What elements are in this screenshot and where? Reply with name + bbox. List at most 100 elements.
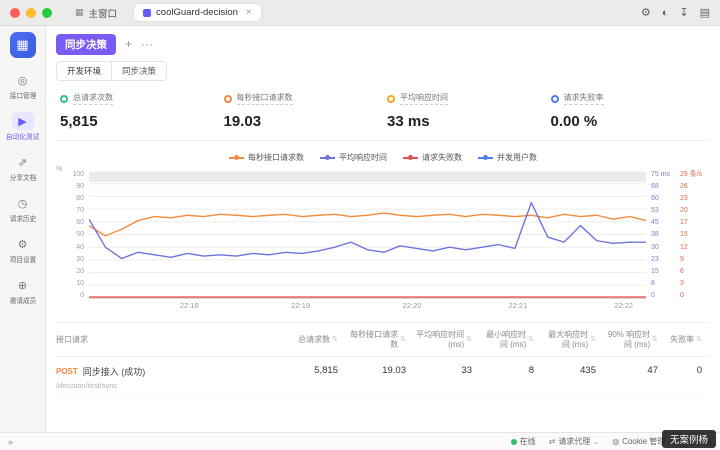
tab-label: 主窗口 (89, 6, 118, 20)
sort-icon[interactable]: ⇅ (528, 336, 534, 345)
legend-concurrent-users[interactable]: 并发用户数 (478, 152, 537, 163)
tab-coolguard-decision[interactable]: coolGuard-decision × (134, 4, 261, 21)
chart-legend: 每秒接口请求数 平均响应时间 请求失败数 并发用户数 (56, 141, 710, 169)
axis-tick-label: 3 (680, 280, 708, 287)
share-docs-icon: ⇗ (12, 153, 34, 171)
sidebar-item-share-docs[interactable]: ⇗ 分享文档 (0, 149, 45, 187)
sidebar: ▦ ◎ 接口管理 ▶ 自动化测试 ⇗ 分享文档 ◷ 请求历史 ⚙ 项目设置 ⊕ … (0, 26, 46, 432)
online-dot-icon (511, 439, 517, 445)
axis-tick-label: 15 (651, 268, 675, 275)
close-tab-icon[interactable]: × (246, 7, 252, 18)
api-name: 同步接入 (成功) (83, 365, 146, 378)
column-max-response[interactable]: 最大响应时间 (ms)⇅ (542, 330, 604, 350)
axis-tick-label: 6 (680, 268, 708, 275)
column-min-response[interactable]: 最小响应时间 (ms)⇅ (480, 330, 542, 350)
axis-tick-label: 60 (651, 195, 675, 202)
axis-tick-label: 45 (651, 219, 675, 226)
avg-response-icon (387, 95, 395, 103)
column-avg-response[interactable]: 平均响应时间 (ms)⇅ (414, 330, 480, 350)
axis-tick-label: 0 (58, 292, 84, 299)
column-rps[interactable]: 每秒接口请求数⇅ (346, 330, 414, 350)
download-icon[interactable]: ↧ (679, 6, 688, 19)
x-axis-labels: 22:1822:1922:2022:2122:22 (89, 299, 646, 312)
proxy-icon: ⇄ (549, 437, 556, 446)
axis-tick-label: 68 (651, 183, 675, 190)
x-tick-label: 22:18 (180, 301, 199, 310)
http-method-badge: POST (56, 367, 78, 376)
axis-tick-label: 10 (58, 280, 84, 287)
chart-area: 22:1822:1922:2022:2122:22 (89, 171, 646, 312)
sidebar-item-project-settings[interactable]: ⚙ 项目设置 (0, 231, 45, 269)
api-path: /decision/test/sync (56, 381, 274, 390)
axis-tick-label: 75 ms (651, 171, 675, 178)
cell-p90-response: 47 (604, 365, 666, 376)
column-api-request[interactable]: 接口请求 (56, 335, 282, 345)
legend-rps[interactable]: 每秒接口请求数 (229, 152, 304, 163)
close-window-button[interactable] (10, 8, 20, 18)
sidebar-item-automated-testing[interactable]: ▶ 自动化测试 (0, 108, 45, 146)
online-status[interactable]: 在线 (511, 436, 536, 447)
titlebar: ▦ 主窗口 coolGuard-decision × ⚙ ◐ ↧ ▤ (0, 0, 720, 26)
axis-tick-label: 50 (58, 231, 84, 238)
sort-icon[interactable]: ⇅ (332, 336, 338, 345)
column-p90-response[interactable]: 90% 响应时间 (ms)⇅ (604, 330, 666, 350)
axis-tick-label: 15 (680, 231, 708, 238)
legend-avg-response[interactable]: 平均响应时间 (320, 152, 387, 163)
settings-icon[interactable]: ⚙ (641, 6, 651, 19)
axis-tick-label: 30 (58, 256, 84, 263)
api-cell: POST 同步接入 (成功) /decision/test/sync (56, 365, 282, 390)
axis-tick-label: 53 (651, 207, 675, 214)
tab-dev-environment[interactable]: 开发环境 (57, 62, 111, 80)
stat-total-requests: 总请求次数 5,815 (56, 92, 220, 130)
theme-icon[interactable]: ◐ (662, 7, 669, 19)
table-row[interactable]: POST 同步接入 (成功) /decision/test/sync 5,815… (56, 357, 710, 399)
axis-tick-label: 0 (651, 292, 675, 299)
column-failure-rate[interactable]: 失败率⇅ (666, 335, 710, 345)
results-table: 接口请求 总请求数⇅ 每秒接口请求数⇅ 平均响应时间 (ms)⇅ 最小响应时间 … (56, 322, 710, 399)
axis-tick-label: 30 (651, 244, 675, 251)
tab-main-window[interactable]: ▦ 主窗口 (66, 3, 126, 23)
axis-tick-label: 9 (680, 256, 708, 263)
total-requests-icon (60, 95, 68, 103)
left-axis-labels: 1009080706050403020100 (58, 171, 84, 299)
axis-tick-label: 26 (680, 183, 708, 190)
axis-tick-label: 20 (58, 268, 84, 275)
environment-tabs: 开发环境 同步决策 (56, 61, 167, 81)
axis-tick-label: 23 (680, 195, 708, 202)
maximize-window-button[interactable] (42, 8, 52, 18)
sort-icon[interactable]: ⇅ (652, 336, 658, 345)
legend-failures[interactable]: 请求失败数 (403, 152, 462, 163)
app-body: ▦ ◎ 接口管理 ▶ 自动化测试 ⇗ 分享文档 ◷ 请求历史 ⚙ 项目设置 ⊕ … (0, 26, 720, 432)
axis-tick-label: 17 (680, 219, 708, 226)
sidebar-item-request-history[interactable]: ◷ 请求历史 (0, 190, 45, 228)
project-icon (143, 9, 151, 17)
statusbar: » 在线 ⇄ 请求代理 ⌄ ◍ Cookie 管理 ⟲ 回收站 (0, 432, 720, 450)
left-axis-unit: % (56, 166, 62, 173)
column-total-requests[interactable]: 总请求数⇅ (282, 335, 346, 345)
add-button[interactable]: + (125, 38, 132, 50)
stat-value: 5,815 (60, 113, 216, 130)
axis-tick-label: 12 (680, 244, 708, 251)
more-menu-button[interactable]: ··· (141, 38, 153, 50)
sort-icon[interactable]: ⇅ (696, 336, 702, 345)
layout-icon[interactable]: ▤ (700, 6, 710, 19)
axis-tick-label: 23 (651, 256, 675, 263)
project-settings-icon: ⚙ (12, 235, 34, 253)
minimize-window-button[interactable] (26, 8, 36, 18)
sort-icon[interactable]: ⇅ (400, 336, 406, 345)
cookie-manager-button[interactable]: ◍ Cookie 管理 (612, 436, 665, 447)
request-history-icon: ◷ (12, 194, 34, 212)
request-proxy-button[interactable]: ⇄ 请求代理 ⌄ (549, 436, 600, 447)
sort-icon[interactable]: ⇅ (590, 336, 596, 345)
expand-sidebar-icon[interactable]: » (8, 437, 13, 447)
axis-tick-label: 0 (680, 292, 708, 299)
axis-tick-label: 80 (58, 195, 84, 202)
window-controls (10, 8, 52, 18)
sidebar-item-invite-members[interactable]: ⊕ 邀请成员 (0, 272, 45, 310)
sidebar-item-api-management[interactable]: ◎ 接口管理 (0, 67, 45, 105)
tab-sync-decision[interactable]: 同步决策 (111, 62, 166, 80)
app-logo-icon[interactable]: ▦ (10, 32, 36, 58)
api-management-icon: ◎ (12, 71, 34, 89)
sort-icon[interactable]: ⇅ (466, 336, 472, 345)
rps-icon (224, 95, 232, 103)
